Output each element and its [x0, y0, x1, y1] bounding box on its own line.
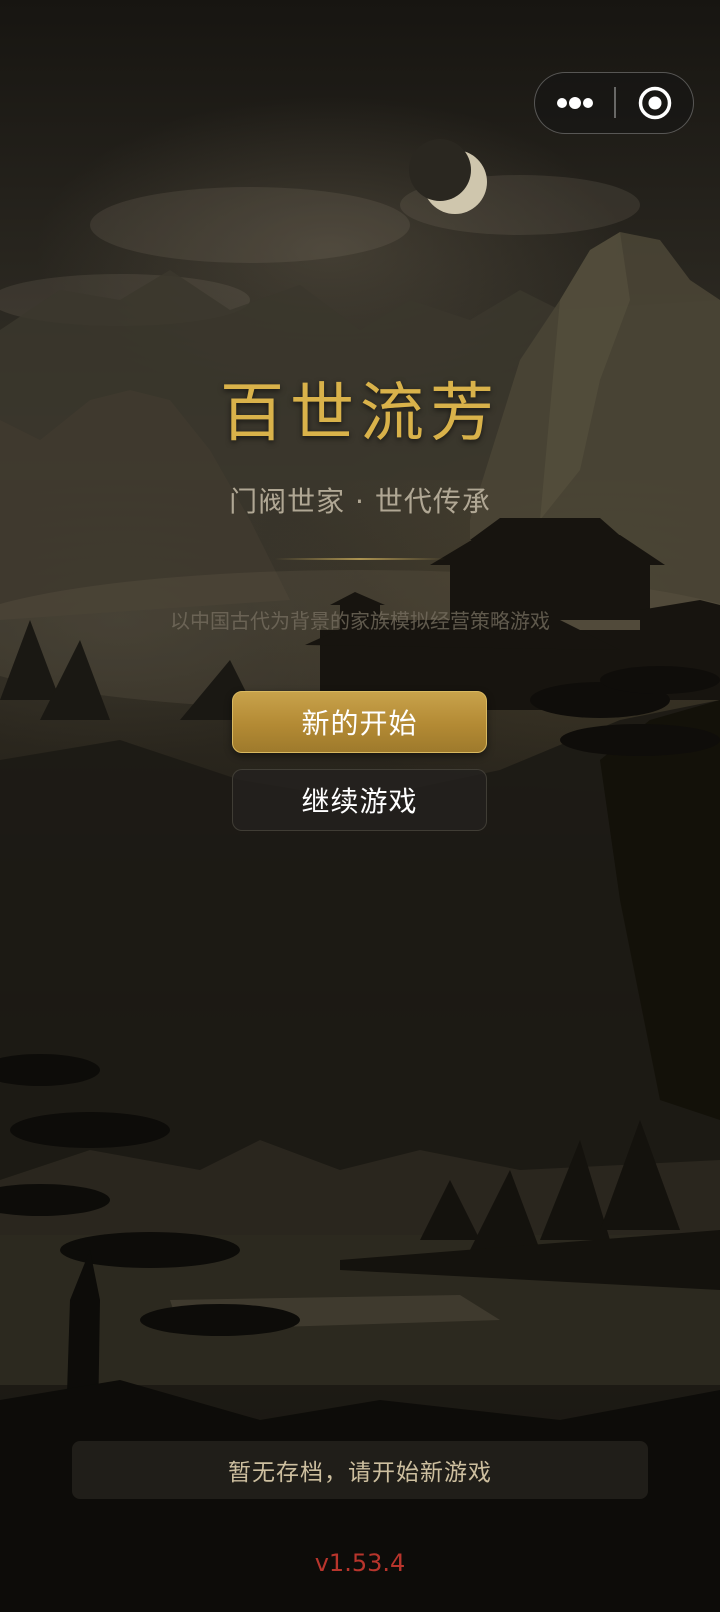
more-dots-icon: [556, 96, 593, 109]
game-subtitle: 门阀世家 · 世代传承: [229, 485, 491, 518]
start-screen: 百世流芳 门阀世家 · 世代传承 以中国古代为背景的家族模拟经营策略游戏 新的开…: [0, 0, 720, 1612]
title-divider: [275, 558, 445, 560]
game-title: 百世流芳: [220, 377, 500, 451]
target-circle-icon: [638, 86, 671, 119]
close-button[interactable]: [616, 73, 693, 132]
more-button[interactable]: [535, 73, 614, 132]
save-status-notice: 暂无存档，请开始新游戏: [72, 1441, 648, 1499]
game-description: 以中国古代为背景的家族模拟经营策略游戏: [170, 609, 550, 633]
version-label: v1.53.4: [314, 1549, 406, 1577]
new-game-button[interactable]: 新的开始: [232, 691, 487, 753]
continue-game-button[interactable]: 继续游戏: [232, 769, 487, 831]
mini-program-capsule: [534, 72, 694, 134]
